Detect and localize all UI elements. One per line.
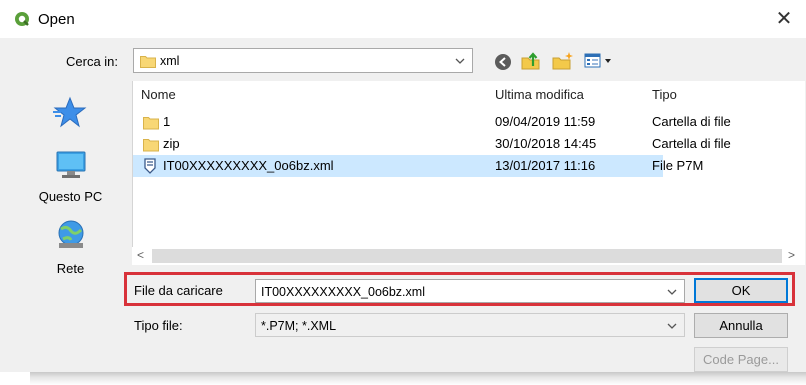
column-header-modified[interactable]: Ultima modifica bbox=[495, 87, 584, 102]
file-modified-cell: 13/01/2017 11:16 bbox=[495, 158, 596, 173]
sidebar-item-label: Rete bbox=[56, 261, 85, 276]
window-shadow bbox=[30, 372, 806, 385]
network-icon bbox=[58, 220, 84, 248]
column-header-name[interactable]: Nome bbox=[141, 87, 176, 102]
table-row[interactable]: 1 09/04/2019 11:59 Cartella di file bbox=[133, 111, 805, 133]
folder-icon bbox=[140, 56, 156, 68]
chevron-down-icon bbox=[667, 289, 677, 295]
cancel-button[interactable]: Annulla bbox=[694, 313, 788, 338]
folder-icon bbox=[143, 117, 159, 130]
signed-file-icon bbox=[144, 158, 156, 174]
scroll-right-icon[interactable]: > bbox=[788, 248, 795, 262]
file-name-cell: IT00XXXXXXXXX_0o6bz.xml bbox=[163, 158, 334, 173]
chevron-down-icon bbox=[455, 58, 465, 64]
file-name-input[interactable]: IT00XXXXXXXXX_0o6bz.xml bbox=[255, 279, 685, 303]
window-title: Open bbox=[38, 11, 75, 28]
file-name-label: File da caricare bbox=[134, 283, 223, 298]
sidebar-item-quick-access[interactable] bbox=[15, 92, 126, 132]
scrollbar-thumb[interactable] bbox=[152, 249, 782, 263]
file-type-cell: File P7M bbox=[652, 158, 704, 173]
file-modified-cell: 30/10/2018 14:45 bbox=[495, 136, 597, 151]
sidebar-item-label: Questo PC bbox=[38, 189, 103, 204]
scroll-left-icon[interactable]: < bbox=[137, 248, 144, 262]
file-type-dropdown[interactable]: *.P7M; *.XML bbox=[255, 313, 685, 337]
this-pc-icon bbox=[56, 151, 86, 178]
up-folder-icon[interactable] bbox=[521, 51, 541, 71]
look-in-dropdown[interactable]: xml bbox=[133, 48, 473, 73]
file-name-cell: 1 bbox=[163, 114, 171, 129]
file-type-cell: Cartella di file bbox=[652, 114, 731, 129]
file-name-cell: zip bbox=[163, 136, 180, 151]
look-in-value: xml bbox=[160, 54, 180, 68]
close-button[interactable]: ✕ bbox=[770, 6, 798, 32]
app-logo-icon bbox=[15, 12, 29, 26]
code-page-button[interactable]: Code Page... bbox=[694, 347, 788, 372]
table-row[interactable]: zip 30/10/2018 14:45 Cartella di file bbox=[133, 133, 805, 155]
open-dialog: Open ✕ Cerca in: xml Questo PC Rete Nome… bbox=[0, 0, 806, 372]
file-modified-cell: 09/04/2019 11:59 bbox=[495, 114, 596, 129]
view-menu-icon[interactable] bbox=[584, 52, 616, 70]
title-bar: Open ✕ bbox=[0, 0, 806, 38]
back-icon[interactable] bbox=[494, 53, 512, 71]
file-type-cell: Cartella di file bbox=[652, 136, 731, 151]
sidebar-item-network[interactable]: Rete bbox=[15, 219, 126, 276]
file-type-label: Tipo file: bbox=[134, 318, 183, 333]
file-type-value: *.P7M; *.XML bbox=[261, 319, 337, 333]
close-icon: ✕ bbox=[775, 8, 793, 30]
ok-button[interactable]: OK bbox=[694, 278, 788, 303]
table-row-selected[interactable]: IT00XXXXXXXXX_0o6bz.xml 13/01/2017 11:16… bbox=[133, 155, 703, 177]
horizontal-scrollbar[interactable]: < > bbox=[132, 247, 804, 265]
look-in-label: Cerca in: bbox=[66, 54, 119, 69]
chevron-down-icon bbox=[667, 323, 677, 329]
new-folder-icon[interactable] bbox=[552, 51, 574, 71]
sidebar-item-this-pc[interactable]: Questo PC bbox=[15, 150, 126, 204]
file-name-value: IT00XXXXXXXXX_0o6bz.xml bbox=[261, 285, 425, 299]
column-header-type[interactable]: Tipo bbox=[652, 87, 677, 102]
quick-access-star-icon bbox=[53, 96, 87, 128]
places-sidebar: Questo PC Rete bbox=[15, 74, 126, 286]
file-list[interactable]: Nome Ultima modifica Tipo 1 09/04/2019 1… bbox=[132, 81, 805, 265]
folder-icon bbox=[143, 139, 159, 152]
